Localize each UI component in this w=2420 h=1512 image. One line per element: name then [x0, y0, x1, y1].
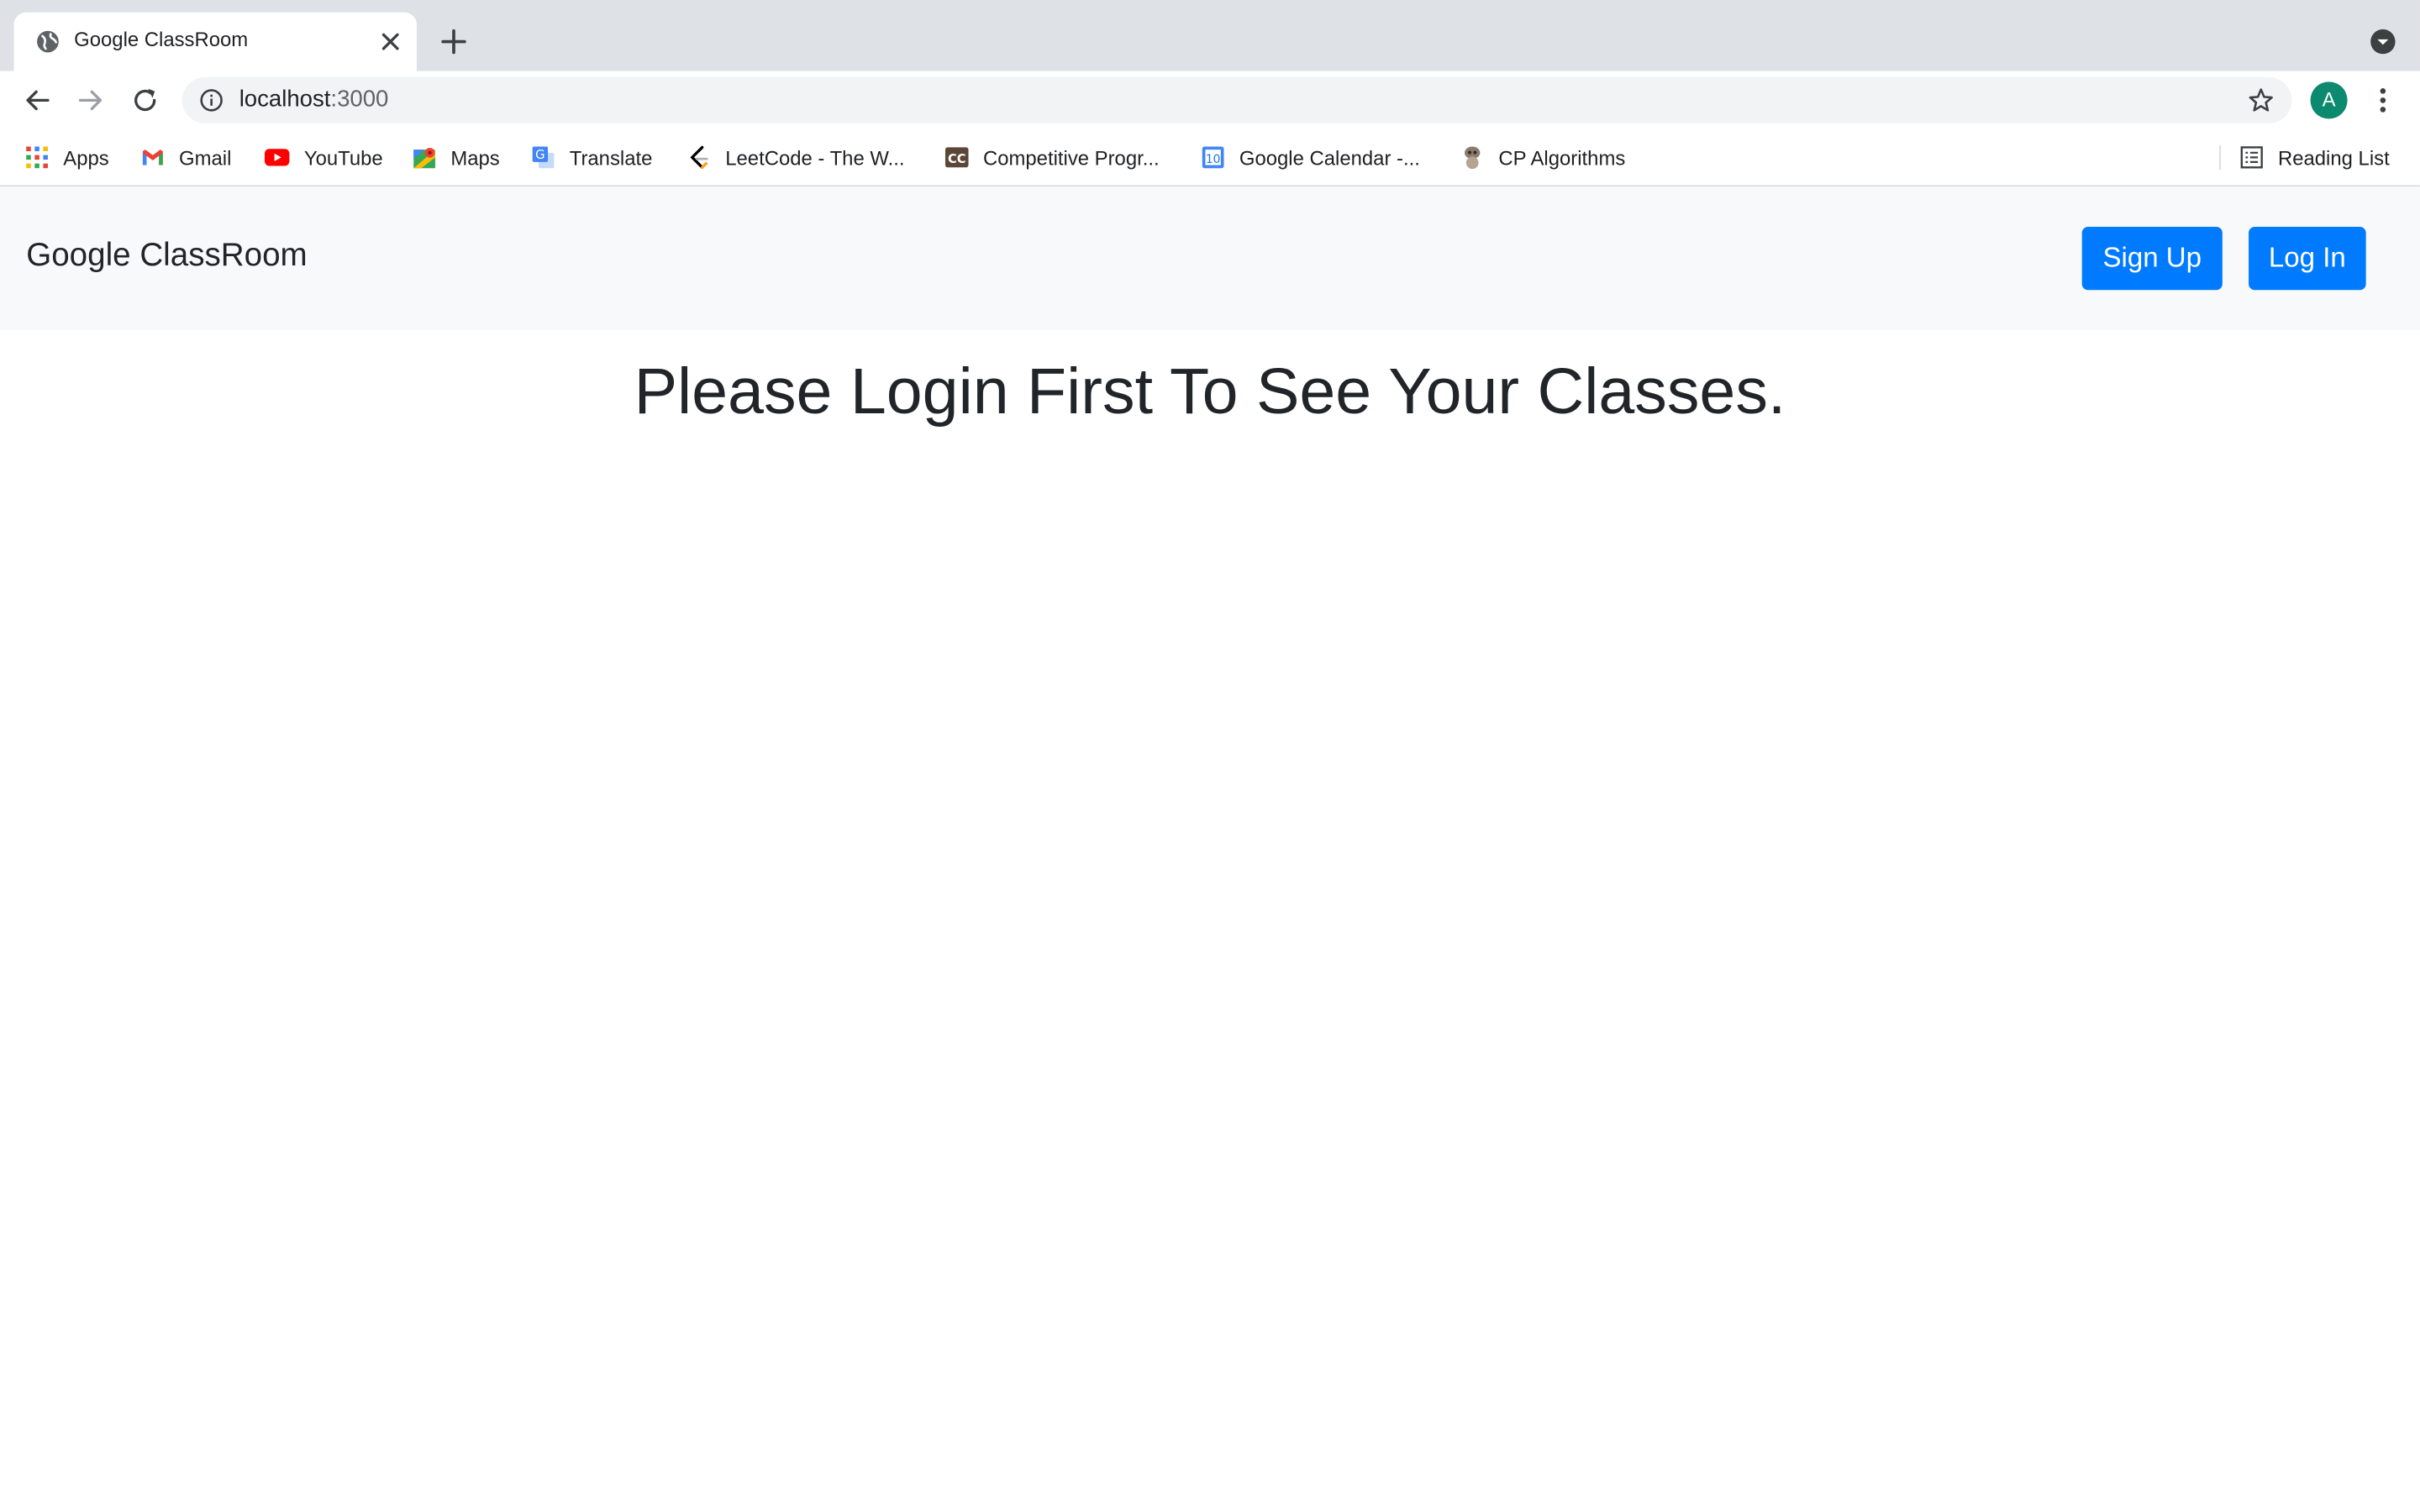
bookmark-leetcode[interactable]: LeetCode - The W...: [687, 144, 905, 171]
site-info-icon[interactable]: [199, 88, 224, 113]
tab-search-icon[interactable]: [2369, 28, 2396, 55]
bookmark-label: Competitive Progr...: [982, 145, 1160, 170]
app-navbar: Google ClassRoom Sign Up Log In: [0, 186, 2420, 331]
more-menu-icon[interactable]: [2369, 85, 2396, 116]
bookmark-star-icon[interactable]: [2247, 87, 2275, 114]
translate-icon: G: [532, 146, 555, 169]
browser-toolbar: localhost:3000: [0, 71, 2420, 130]
tab-google-classroom[interactable]: Google ClassRoom: [13, 12, 417, 71]
leetcode-icon: [690, 145, 708, 169]
bookmark-maps[interactable]: Maps: [412, 144, 500, 171]
bookmark-label: CP Algorithms: [1498, 145, 1626, 170]
bookmarks-divider: [2219, 144, 2222, 171]
calendar-icon: 10: [1202, 146, 1224, 169]
tab-strip: Google ClassRoom: [0, 0, 2420, 71]
svg-text:G: G: [535, 148, 544, 162]
reading-list-label: Reading List: [2277, 145, 2390, 170]
apps-grid-icon: [26, 146, 48, 169]
reload-icon[interactable]: [129, 85, 160, 116]
maps-icon: [413, 147, 435, 169]
bookmark-label: Maps: [450, 145, 500, 170]
forward-arrow-icon[interactable]: [76, 85, 107, 116]
login-required-message: Please Login First To See Your Classes.: [634, 354, 1786, 428]
address-bar[interactable]: localhost:3000: [182, 76, 2292, 123]
gmail-icon: [142, 150, 163, 165]
bookmark-label: Google Calendar -...: [1239, 145, 1420, 170]
cp-algorithms-icon: [1465, 146, 1481, 170]
reading-list-button[interactable]: Reading List: [2239, 144, 2390, 171]
bookmark-apps[interactable]: Apps: [24, 144, 109, 171]
url-text[interactable]: localhost:3000: [239, 87, 389, 113]
bookmark-label: Apps: [63, 145, 109, 170]
bookmark-label: Gmail: [179, 145, 232, 170]
navbar-brand[interactable]: Google ClassRoom: [26, 238, 307, 275]
sign-up-button[interactable]: Sign Up: [2081, 226, 2223, 291]
bookmark-label: LeetCode - The W...: [725, 145, 905, 170]
profile-avatar[interactable]: A: [2310, 81, 2348, 119]
back-arrow-icon[interactable]: [22, 85, 53, 116]
new-tab-icon[interactable]: [439, 26, 470, 57]
bookmark-competitive-programming[interactable]: CC Competitive Progr...: [944, 144, 1160, 171]
url-port: :3000: [330, 86, 389, 113]
bookmark-google-calendar[interactable]: 10 Google Calendar -...: [1201, 144, 1420, 171]
close-tab-icon[interactable]: [378, 29, 402, 54]
bookmark-youtube[interactable]: YouTube: [264, 144, 383, 171]
reading-list-icon: [2240, 146, 2263, 169]
svg-text:10: 10: [1206, 153, 1221, 166]
youtube-icon: [264, 149, 290, 166]
bookmark-label: YouTube: [303, 145, 383, 170]
codechef-icon: CC: [944, 147, 969, 168]
bookmark-cp-algorithms[interactable]: CP Algorithms: [1460, 144, 1626, 171]
tab-title: Google ClassRoom: [74, 28, 249, 51]
svg-text:CC: CC: [948, 152, 966, 166]
log-in-button[interactable]: Log In: [2249, 226, 2366, 291]
browser-window: Google ClassRoom localhost:3000 A Apps G…: [0, 0, 2420, 1512]
bookmark-label: Translate: [569, 145, 653, 170]
url-host: localhost: [239, 86, 331, 113]
bookmark-gmail[interactable]: Gmail: [140, 144, 231, 171]
bookmark-translate[interactable]: G Translate: [531, 144, 653, 171]
globe-icon: [37, 30, 59, 53]
bookmarks-bar: Apps Gmail YouTube Maps G Translate Leet…: [0, 129, 2420, 187]
